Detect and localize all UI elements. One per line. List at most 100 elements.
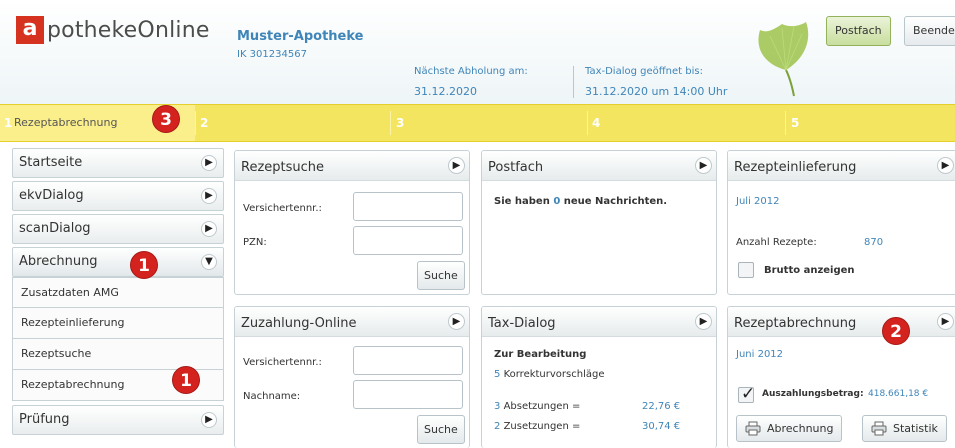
nav-item-label: Abrechnung: [19, 254, 98, 269]
step-1-label: Rezeptabrechnung: [14, 116, 118, 129]
brutto-checkbox[interactable]: [738, 262, 754, 278]
nav-item-label: scanDialog: [19, 221, 91, 236]
step-divider: [785, 111, 786, 135]
nav-item-pruefung[interactable]: Prüfung ▶: [12, 405, 224, 435]
versichertennr-input[interactable]: [353, 346, 463, 375]
count-value: 870: [864, 237, 884, 248]
chevron-right-icon[interactable]: ▶: [695, 157, 712, 174]
panel-title: Rezeptsuche: [241, 160, 325, 175]
callout-badge: 2: [882, 317, 910, 345]
step-divider: [587, 111, 588, 135]
chevron-right-icon[interactable]: ▶: [937, 313, 954, 330]
count-label: Anzahl Rezepte:: [736, 237, 817, 248]
sidebar-nav: Startseite ▶ ekvDialog ▶ scanDialog ▶ Ab…: [12, 148, 224, 438]
panel-rezeptsuche: Rezeptsuche ▶ Versichertennr.: PZN: Such…: [234, 150, 470, 295]
panel-header: Postfach ▶: [482, 151, 716, 181]
logo-text: pothekeOnline: [47, 17, 210, 43]
nav-item-scandialog[interactable]: scanDialog ▶: [12, 214, 224, 244]
chevron-right-icon: ▶: [201, 221, 217, 237]
delivery-month: Juli 2012: [736, 196, 780, 207]
postfach-button[interactable]: Postfach: [826, 16, 891, 46]
nav-item-label: Prüfung: [19, 412, 70, 427]
chevron-right-icon: ▶: [201, 188, 217, 204]
billing-month: Juni 2012: [736, 349, 784, 360]
versichertennr-input[interactable]: [353, 192, 463, 221]
apotheke-online-logo[interactable]: a pothekeOnline: [16, 16, 210, 44]
callout-badge: 3: [152, 105, 180, 133]
nav-item-abrechnung[interactable]: Abrechnung ▼: [12, 247, 224, 277]
brutto-label: Brutto anzeigen: [764, 265, 855, 276]
message-count: 0: [553, 196, 561, 207]
panel-header: Zuzahlung-Online ▶: [235, 307, 469, 337]
callout-badge: 1: [130, 251, 158, 279]
panel-header: Rezepteinlieferung ▶: [728, 151, 955, 181]
chevron-right-icon[interactable]: ▶: [937, 157, 954, 174]
chevron-down-icon: ▼: [201, 254, 217, 270]
korrektur-link[interactable]: 5 Korrekturvorschläge: [494, 369, 604, 380]
versichertennr-label: Versichertennr.:: [243, 203, 322, 214]
step-4[interactable]: 4: [592, 105, 600, 141]
beenden-button[interactable]: Beenden: [904, 16, 955, 46]
pzn-label: PZN:: [243, 237, 267, 248]
auszahlung-value: 418.661,18 €: [868, 389, 929, 399]
chevron-right-icon[interactable]: ▶: [448, 313, 465, 330]
nachname-label: Nachname:: [243, 391, 301, 402]
taxdialog-open-date: 31.12.2020 um 14:00 Uhr: [585, 85, 728, 98]
panel-rezepteinlieferung: Rezepteinlieferung ▶ Juli 2012 Anzahl Re…: [727, 150, 955, 295]
printer-icon: [871, 421, 887, 436]
taxdialog-heading: Zur Bearbeitung: [494, 349, 587, 360]
step-bar: 1 Rezeptabrechnung 2 3 4 5: [0, 104, 955, 142]
postfach-message: Sie haben 0 neue Nachrichten.: [494, 196, 668, 207]
step-3[interactable]: 3: [396, 105, 404, 141]
nav-sub-rezeptsuche[interactable]: Rezeptsuche: [12, 339, 224, 370]
chevron-right-icon[interactable]: ▶: [695, 313, 712, 330]
printer-icon: [745, 421, 761, 436]
panel-header: Rezeptabrechnung ▶: [728, 307, 955, 337]
callout-badge: 1: [172, 366, 200, 394]
panel-title: Rezeptabrechnung: [734, 316, 857, 331]
taxdialog-open-label: Tax-Dialog geöffnet bis:: [585, 66, 703, 77]
search-button[interactable]: Suche: [417, 261, 465, 290]
step-5[interactable]: 5: [791, 105, 799, 141]
chevron-right-icon: ▶: [201, 155, 217, 171]
step-2[interactable]: 2: [200, 105, 208, 141]
pharmacy-ik: IK 301234567: [237, 49, 307, 60]
auszahlung-checkbox[interactable]: ✓: [738, 384, 756, 404]
absetzungen-value: 22,76 €: [642, 401, 681, 412]
chevron-right-icon: ▶: [201, 412, 217, 428]
search-button[interactable]: Suche: [417, 415, 465, 444]
panel-title: Postfach: [488, 160, 544, 175]
nav-sub-zusatzdaten-amg[interactable]: Zusatzdaten AMG: [12, 277, 224, 308]
step-divider: [390, 111, 391, 135]
abrechnung-button[interactable]: Abrechnung: [736, 415, 843, 442]
pickup-date: 31.12.2020: [414, 85, 477, 98]
nachname-input[interactable]: [353, 380, 463, 409]
panel-header: Tax-Dialog ▶: [482, 307, 716, 337]
header-divider: [573, 66, 574, 98]
panel-title: Zuzahlung-Online: [241, 316, 357, 331]
pickup-label: Nächste Abholung am:: [414, 66, 528, 77]
nav-item-label: Startseite: [19, 155, 83, 170]
auszahlung-label: Auszahlungsbetrag:: [762, 389, 864, 399]
versichertennr-label: Versichertennr.:: [243, 357, 322, 368]
panel-postfach: Postfach ▶ Sie haben 0 neue Nachrichten.: [481, 150, 717, 295]
nav-item-startseite[interactable]: Startseite ▶: [12, 148, 224, 178]
logo-mark: a: [16, 16, 44, 44]
statistik-button[interactable]: Statistik: [862, 415, 947, 442]
zusetzungen-link[interactable]: 2 Zusetzungen =: [494, 421, 580, 432]
chevron-right-icon[interactable]: ▶: [448, 157, 465, 174]
nav-item-ekvdialog[interactable]: ekvDialog ▶: [12, 181, 224, 211]
app-header: a pothekeOnline Muster-Apotheke IK 30123…: [0, 0, 955, 104]
step-divider: [195, 111, 196, 135]
nav-sub-rezepteinlieferung[interactable]: Rezepteinlieferung: [12, 308, 224, 339]
abrechnung-label: Abrechnung: [767, 422, 834, 435]
panel-tax-dialog: Tax-Dialog ▶ Zur Bearbeitung 5 Korrektur…: [481, 306, 717, 448]
absetzungen-link[interactable]: 3 Absetzungen =: [494, 401, 580, 412]
panel-title: Tax-Dialog: [488, 316, 556, 331]
nav-item-label: ekvDialog: [19, 188, 84, 203]
ginkgo-leaf-icon: [758, 22, 809, 97]
checkmark-icon: ✓: [741, 384, 756, 404]
pzn-input[interactable]: [353, 226, 463, 255]
step-1-number: 1: [4, 116, 13, 130]
panel-title: Rezepteinlieferung: [734, 160, 857, 175]
